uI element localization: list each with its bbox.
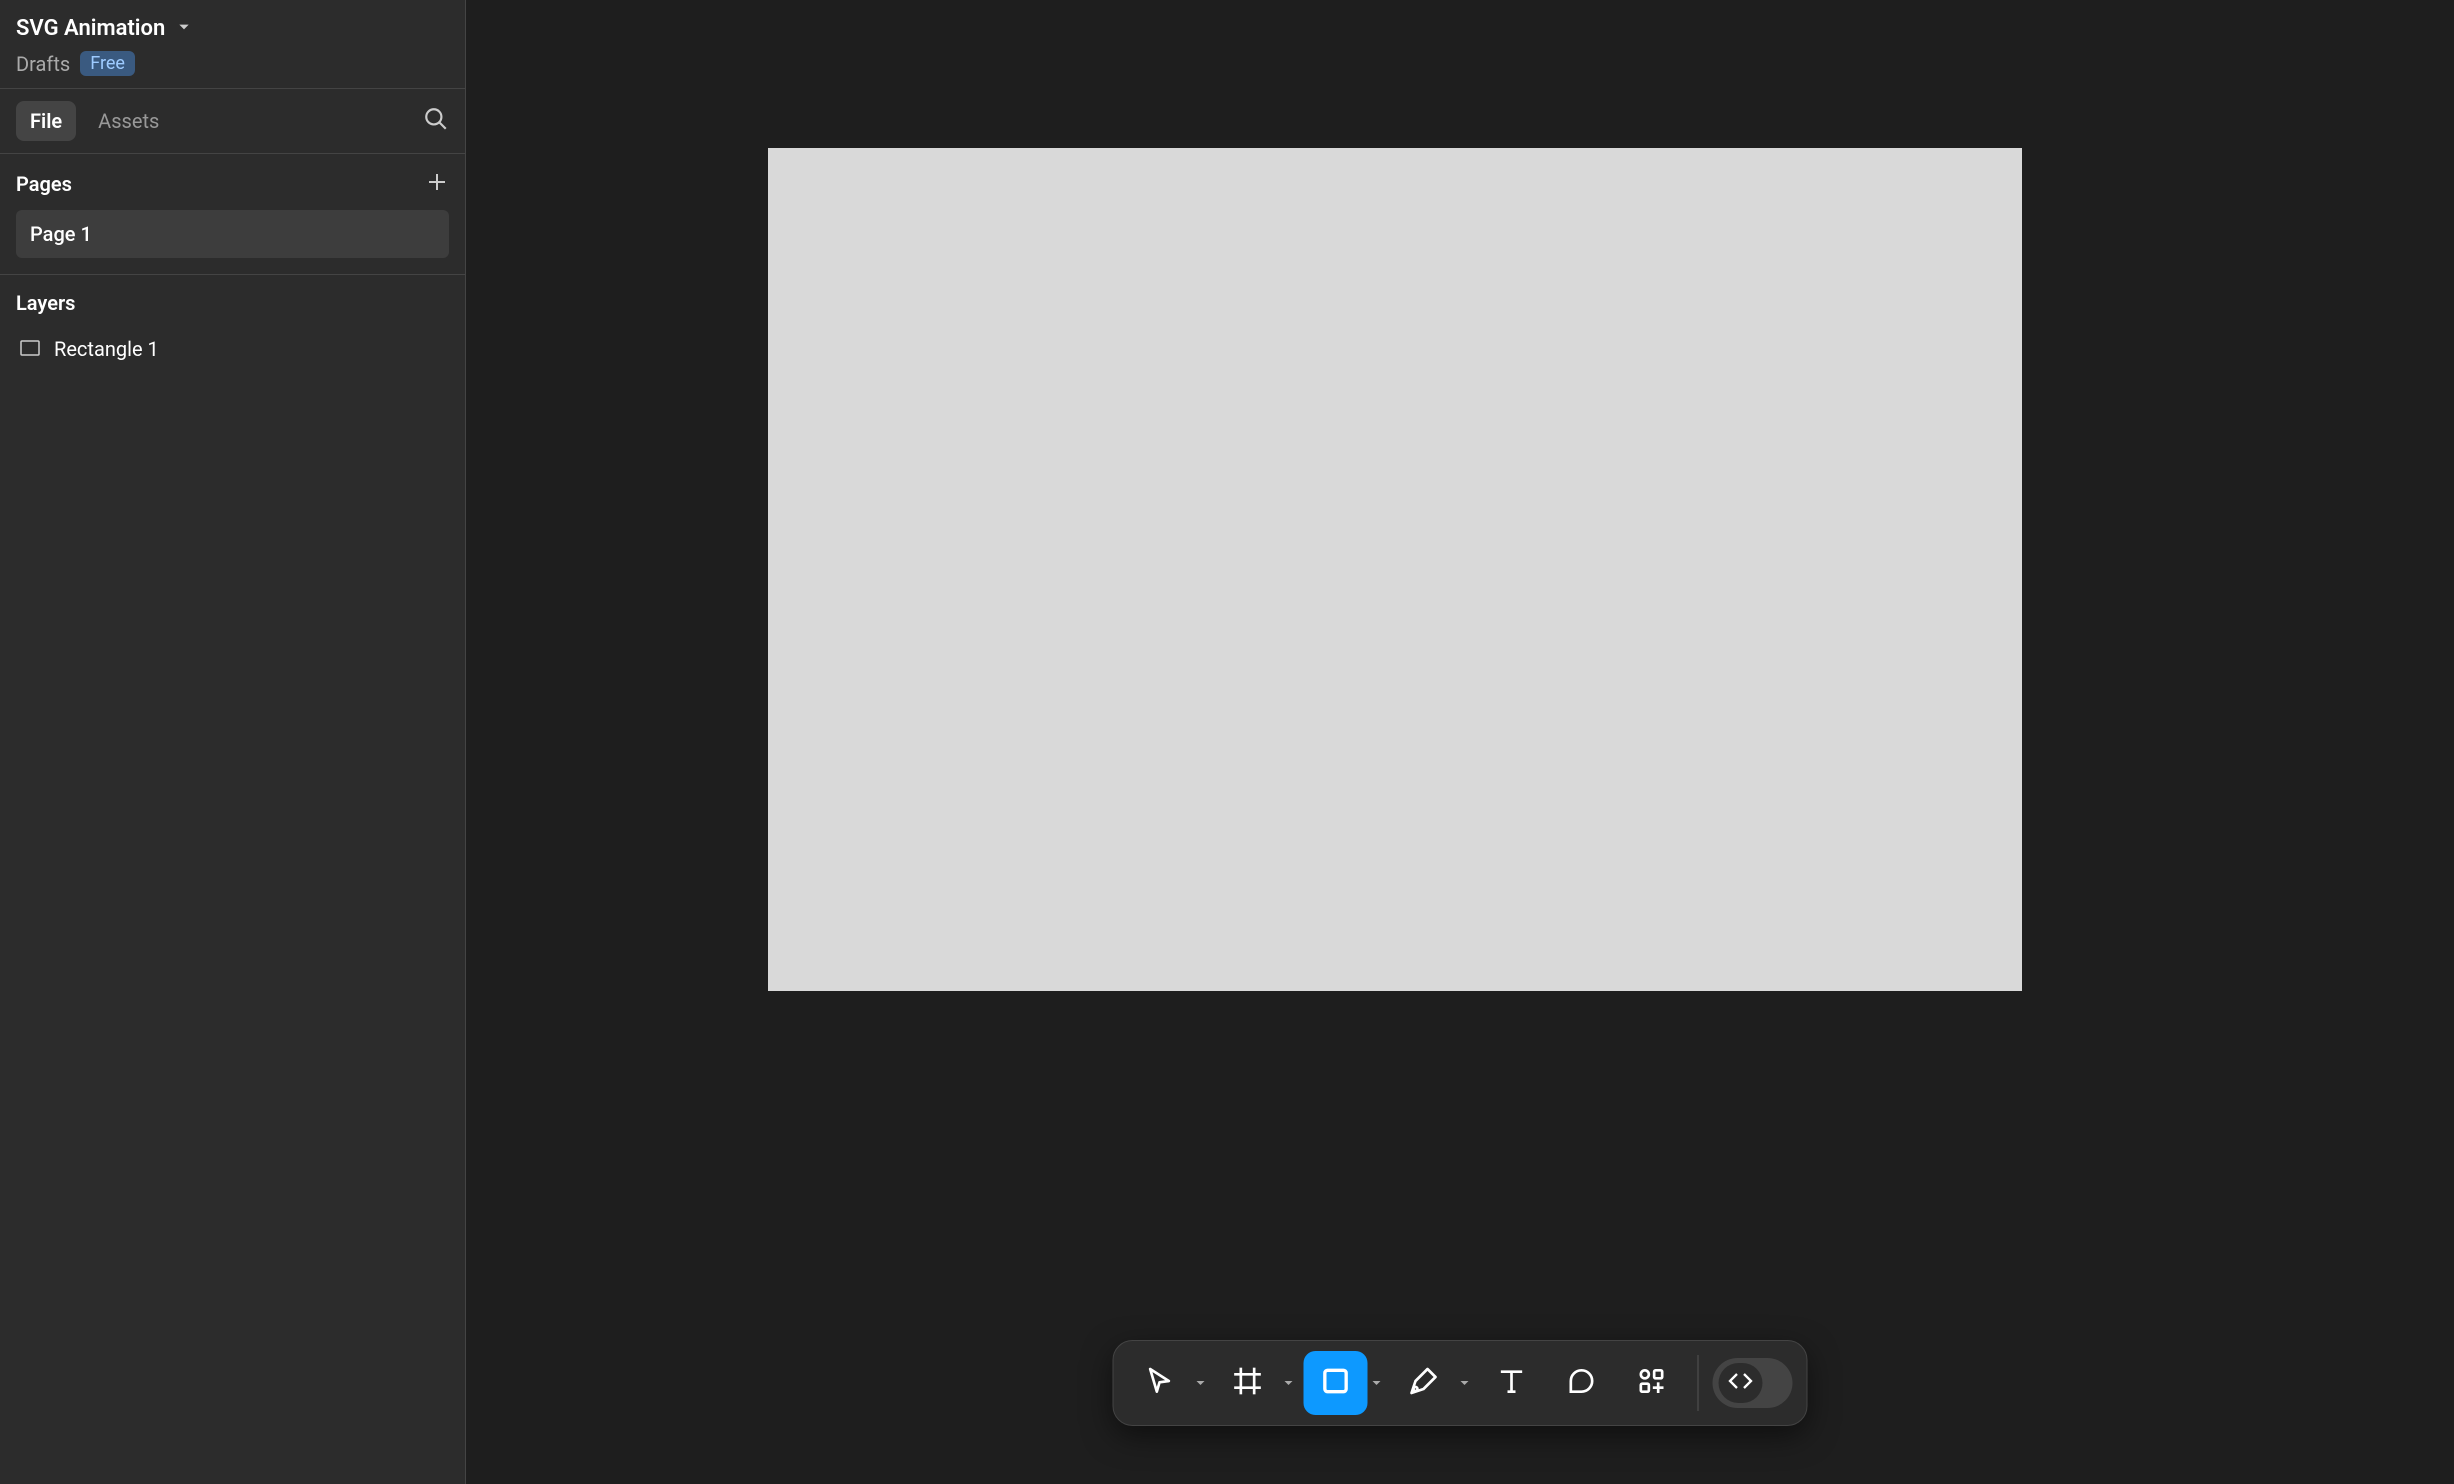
toolbar-divider [1698,1355,1699,1411]
actions-icon [1636,1365,1668,1401]
canvas[interactable] [466,0,2454,1484]
page-item[interactable]: Page 1 [16,210,449,258]
shape-tool[interactable] [1304,1351,1368,1415]
pen-icon [1408,1365,1440,1401]
move-tool-caret[interactable] [1192,1377,1210,1389]
add-page-icon[interactable] [425,170,449,198]
frame-tool-group [1216,1351,1298,1415]
sidebar: SVG Animation Drafts Free File Assets Pa… [0,0,466,1484]
subhead: Drafts Free [16,51,449,76]
rectangle-icon [20,337,40,361]
shape-tool-caret[interactable] [1368,1377,1386,1389]
toolbar [1113,1340,1808,1426]
plan-badge[interactable]: Free [80,51,135,76]
layers-title: Layers [16,291,75,315]
pen-tool-caret[interactable] [1456,1377,1474,1389]
tab-assets[interactable]: Assets [84,101,173,141]
shape-tool-group [1304,1351,1386,1415]
frame-icon [1232,1365,1264,1401]
move-tool-group [1128,1351,1210,1415]
pen-tool[interactable] [1392,1351,1456,1415]
frame-tool-caret[interactable] [1280,1377,1298,1389]
pages-list: Page 1 [0,210,465,266]
document-title: SVG Animation [16,16,165,41]
tabs-row: File Assets [0,88,465,154]
search-icon[interactable] [423,106,449,136]
layer-item[interactable]: Rectangle 1 [0,327,465,371]
layers-list: Rectangle 1 [0,327,465,371]
sidebar-header: SVG Animation Drafts Free [0,0,465,88]
code-icon [1727,1367,1755,1399]
move-tool[interactable] [1128,1351,1192,1415]
chevron-down-icon[interactable] [177,19,191,38]
dev-mode-toggle-inner [1719,1363,1763,1403]
pen-tool-group [1392,1351,1474,1415]
text-tool[interactable] [1480,1351,1544,1415]
drafts-label[interactable]: Drafts [16,52,70,76]
actions-tool[interactable] [1620,1351,1684,1415]
pages-section-header: Pages [0,154,465,210]
pages-title: Pages [16,172,72,196]
tab-file[interactable]: File [16,101,76,141]
canvas-rectangle[interactable] [768,148,2022,991]
layer-label: Rectangle 1 [54,337,159,361]
frame-tool[interactable] [1216,1351,1280,1415]
text-icon [1496,1365,1528,1401]
cursor-icon [1144,1365,1176,1401]
comment-icon [1566,1365,1598,1401]
title-row[interactable]: SVG Animation [16,16,449,41]
comment-tool[interactable] [1550,1351,1614,1415]
rectangle-tool-icon [1320,1365,1352,1401]
layers-section-header: Layers [0,275,465,327]
dev-mode-toggle[interactable] [1713,1358,1793,1408]
